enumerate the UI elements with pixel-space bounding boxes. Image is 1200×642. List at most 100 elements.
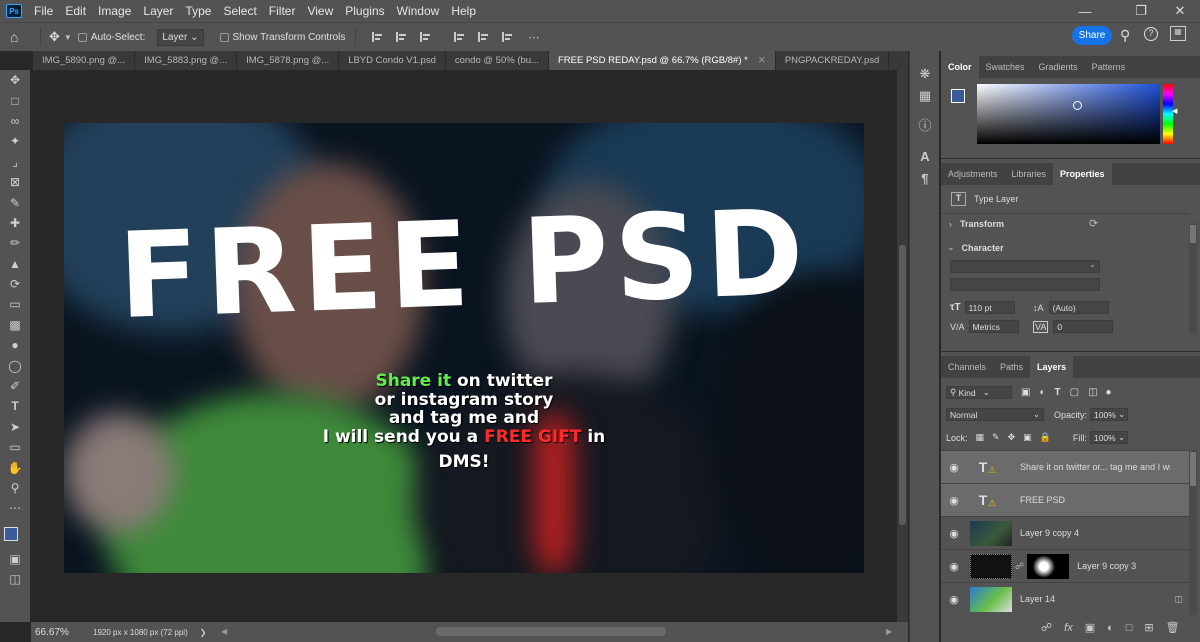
transform-section[interactable]: › Transform (949, 219, 1004, 229)
crop-tool-icon[interactable]: ⌟ (0, 152, 30, 172)
quick-mask-icon[interactable]: ▣ (0, 549, 30, 569)
delete-layer-icon[interactable]: 🗑 (1166, 621, 1180, 634)
lock-position-icon[interactable]: ✥ (1008, 432, 1016, 443)
edit-toolbar-icon[interactable]: ⋯ (0, 498, 30, 518)
tab-layers[interactable]: Layers (1030, 356, 1074, 378)
layers-scroll-thumb[interactable] (1190, 452, 1196, 486)
tab-img-5878[interactable]: IMG_5878.png @... (237, 51, 340, 70)
fx-icon[interactable]: fx (1064, 622, 1073, 634)
lock-all-icon[interactable]: 🔒 (1040, 432, 1051, 443)
lock-artboard-icon[interactable]: ▣ (1023, 432, 1032, 443)
properties-scroll-thumb[interactable] (1190, 225, 1196, 243)
workspace-icon[interactable]: ▦ (1170, 26, 1186, 41)
adjustment-layer-icon[interactable]: ◐ (1107, 622, 1114, 634)
eyedropper-tool-icon[interactable]: ✎ (0, 192, 30, 212)
kerning-field[interactable]: Metrics (968, 320, 1019, 333)
brush-tool-icon[interactable]: ✏ (0, 233, 30, 253)
show-transform-option[interactable]: Show Transform Controls (219, 32, 345, 43)
clone-stamp-tool-icon[interactable]: ▲ (0, 254, 30, 274)
vertical-scrollbar[interactable] (897, 70, 908, 622)
menu-edit[interactable]: Edit (59, 4, 92, 18)
opacity-field[interactable]: 100% ⌄ (1090, 408, 1129, 421)
minimize-icon[interactable]: — (1062, 0, 1108, 22)
menu-image[interactable]: Image (92, 4, 137, 18)
search-icon[interactable]: ⚲ (1120, 27, 1130, 44)
blur-tool-icon[interactable]: ● (0, 335, 30, 355)
frame-tool-icon[interactable]: ⊠ (0, 172, 30, 192)
layer-row-layer-9-copy-3[interactable]: ◉ ☍ Layer 9 copy 3 (941, 549, 1189, 582)
tab-img-5883[interactable]: IMG_5883.png @... (135, 51, 238, 70)
visibility-eye-icon[interactable]: ◉ (947, 494, 961, 507)
tab-paths[interactable]: Paths (993, 356, 1030, 378)
layer-kind-filter[interactable]: ⚲ Kind ⌄ (946, 386, 1012, 399)
show-transform-checkbox[interactable] (219, 32, 229, 42)
new-group-icon[interactable]: □ (1126, 622, 1133, 634)
layer-row-layer-9-copy-4[interactable]: ◉ Layer 9 copy 4 (941, 516, 1189, 549)
more-options-icon[interactable]: ⋯ (528, 31, 539, 44)
new-layer-icon[interactable]: ⊞ (1144, 621, 1153, 634)
path-select-tool-icon[interactable]: ➤ (0, 417, 30, 437)
properties-scrollbar[interactable] (1189, 223, 1197, 333)
menu-window[interactable]: Window (391, 4, 446, 18)
tab-condo[interactable]: condo @ 50% (bu... (446, 51, 549, 70)
mask-link-icon[interactable]: ☍ (1015, 561, 1024, 572)
layer-row-layer-14[interactable]: ◉ Layer 14 ◫ (941, 582, 1189, 615)
visibility-eye-icon[interactable]: ◉ (947, 560, 961, 573)
document-canvas[interactable]: FREE PSD Share it on twitter or instagra… (64, 123, 864, 573)
visibility-eye-icon[interactable]: ◉ (947, 593, 961, 606)
learn-icon[interactable]: ❋ (910, 63, 940, 85)
font-size-field[interactable]: 110 pt (964, 301, 1015, 314)
lock-transparent-icon[interactable]: ▦ (976, 432, 985, 443)
character-section[interactable]: ⌄ Character (947, 242, 1004, 253)
align-right-icon[interactable] (420, 32, 432, 42)
paragraph-panel-icon[interactable]: ¶ (910, 167, 940, 189)
tab-libraries[interactable]: Libraries (1005, 163, 1054, 185)
menu-file[interactable]: File (28, 4, 59, 18)
visibility-eye-icon[interactable]: ◉ (947, 461, 961, 474)
foreground-color-swatch[interactable] (951, 89, 965, 103)
reset-transform-icon[interactable]: ⟳ (1089, 217, 1098, 230)
align-top-icon[interactable] (454, 32, 466, 42)
screen-mode-icon[interactable]: ◫ (0, 569, 30, 589)
lock-image-icon[interactable]: ✎ (992, 432, 1000, 443)
align-middle-icon[interactable] (478, 32, 490, 42)
move-tool-icon[interactable]: ✥ (0, 70, 30, 90)
tab-adjustments[interactable]: Adjustments (941, 163, 1005, 185)
auto-select-dropdown[interactable]: Layer ⌄ (157, 28, 204, 46)
move-tool-icon[interactable]: ✥ (49, 29, 60, 45)
fill-field[interactable]: 100% ⌄ (1089, 431, 1128, 444)
tab-lbyd-condo[interactable]: LBYD Condo V1.psd (339, 51, 446, 70)
history-brush-tool-icon[interactable]: ⟳ (0, 274, 30, 294)
info-chevron-icon[interactable]: ❯ (200, 628, 207, 637)
filter-pixel-icon[interactable]: ▣ (1021, 387, 1030, 398)
character-panel-icon[interactable]: A (910, 145, 940, 167)
color-picker-field[interactable] (977, 84, 1160, 144)
lasso-tool-icon[interactable]: ∞ (0, 111, 30, 131)
tab-free-psd-reday[interactable]: FREE PSD REDAY.psd @ 66.7% (RGB/8#) * ✕ (548, 51, 776, 70)
hand-tool-icon[interactable]: ✋ (0, 457, 30, 477)
color-swatches[interactable] (0, 519, 30, 549)
share-button[interactable]: Share (1072, 26, 1112, 45)
menu-view[interactable]: View (301, 4, 339, 18)
leading-field[interactable]: (Auto) (1048, 301, 1109, 314)
layer-row-free-psd[interactable]: ◉ T ⚠ FREE PSD (941, 483, 1189, 516)
filter-toggle-icon[interactable]: ● (1106, 387, 1112, 398)
gradient-tool-icon[interactable]: ▩ (0, 315, 30, 335)
menu-help[interactable]: Help (445, 4, 482, 18)
filter-shape-icon[interactable]: ▢ (1070, 387, 1079, 398)
filter-smart-object-icon[interactable]: ◫ (1088, 387, 1097, 398)
zoom-level[interactable]: 66.67% (35, 627, 87, 638)
link-layers-icon[interactable]: ☍ (1041, 621, 1052, 634)
tab-patterns[interactable]: Patterns (1085, 56, 1133, 78)
align-left-icon[interactable] (372, 32, 384, 42)
layers-scrollbar[interactable] (1189, 450, 1197, 615)
tool-preset-chevron-icon[interactable]: ▼ (64, 33, 72, 42)
menu-layer[interactable]: Layer (137, 4, 179, 18)
vertical-scroll-thumb[interactable] (899, 245, 906, 525)
dodge-tool-icon[interactable]: ◯ (0, 355, 30, 375)
tracking-field[interactable]: 0 (1053, 320, 1114, 333)
healing-brush-tool-icon[interactable]: ✚ (0, 213, 30, 233)
restore-icon[interactable]: ❐ (1118, 0, 1164, 22)
info-icon[interactable]: ⓘ (910, 113, 940, 135)
menu-type[interactable]: Type (179, 4, 217, 18)
